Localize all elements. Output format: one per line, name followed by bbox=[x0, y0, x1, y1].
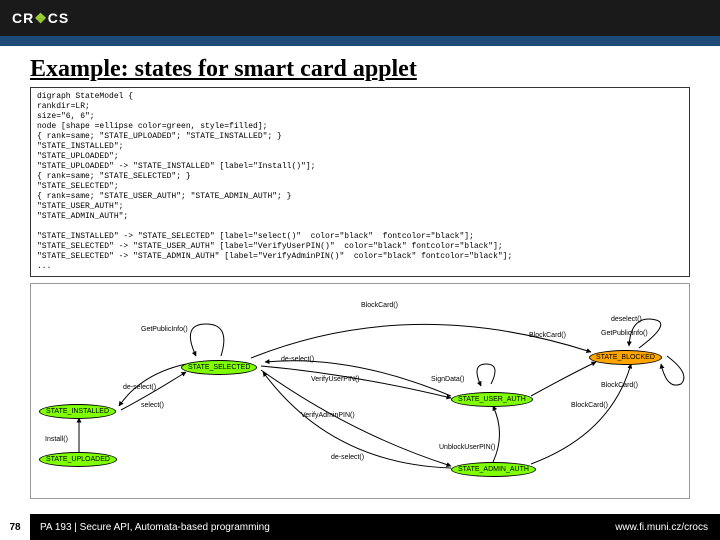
footer-course: PA 193 | Secure API, Automata-based prog… bbox=[40, 522, 270, 533]
edge-label: BlockCard() bbox=[361, 302, 398, 309]
diagram-edges bbox=[31, 284, 689, 498]
edge-label: select() bbox=[141, 402, 164, 409]
code-box: digraph StateModel { rankdir=LR; size="6… bbox=[30, 87, 690, 277]
state-node-uploaded: STATE_UPLOADED bbox=[39, 452, 117, 467]
edge-label: BlockCard() bbox=[601, 382, 638, 389]
edge-label: SignData() bbox=[431, 376, 464, 383]
logo-part-left: CR bbox=[12, 10, 34, 26]
header-bar: CR❖CS bbox=[0, 0, 720, 36]
edge-label: Install() bbox=[45, 436, 68, 443]
edge-label: GetPublicInfo() bbox=[601, 330, 648, 337]
state-node-selected: STATE_SELECTED bbox=[181, 360, 257, 375]
state-node-adminauth: STATE_ADMIN_AUTH bbox=[451, 462, 536, 477]
edge-label: VerifyAdminPIN() bbox=[301, 412, 355, 419]
edge-label: de-select() bbox=[123, 384, 156, 391]
edge-label: de-select() bbox=[331, 454, 364, 461]
page-number: 78 bbox=[0, 514, 30, 540]
state-node-blocked: STATE_BLOCKED bbox=[589, 350, 662, 365]
slide-content: Example: states for smart card applet di… bbox=[0, 46, 720, 499]
logo-part-right: CS bbox=[48, 10, 69, 26]
logo: CR❖CS bbox=[12, 10, 69, 27]
blue-band bbox=[0, 36, 720, 46]
edge-label: GetPublicInfo() bbox=[141, 326, 188, 333]
footer: 78 PA 193 | Secure API, Automata-based p… bbox=[0, 514, 720, 540]
slide-title: Example: states for smart card applet bbox=[30, 56, 690, 83]
edge-label: VerifyUserPIN() bbox=[311, 376, 360, 383]
edge-label: deselect() bbox=[611, 316, 642, 323]
state-node-userauth: STATE_USER_AUTH bbox=[451, 392, 533, 407]
logo-accent: ❖ bbox=[34, 10, 48, 26]
state-diagram: STATE_INSTALLED STATE_UPLOADED STATE_SELEC… bbox=[30, 283, 690, 499]
edge-label: BlockCard() bbox=[571, 402, 608, 409]
edge-label: de-select() bbox=[281, 356, 314, 363]
state-node-installed: STATE_INSTALLED bbox=[39, 404, 116, 419]
edge-label: UnblockUserPIN() bbox=[439, 444, 495, 451]
edge-label: BlockCard() bbox=[529, 332, 566, 339]
footer-url: www.fi.muni.cz/crocs bbox=[615, 522, 720, 533]
